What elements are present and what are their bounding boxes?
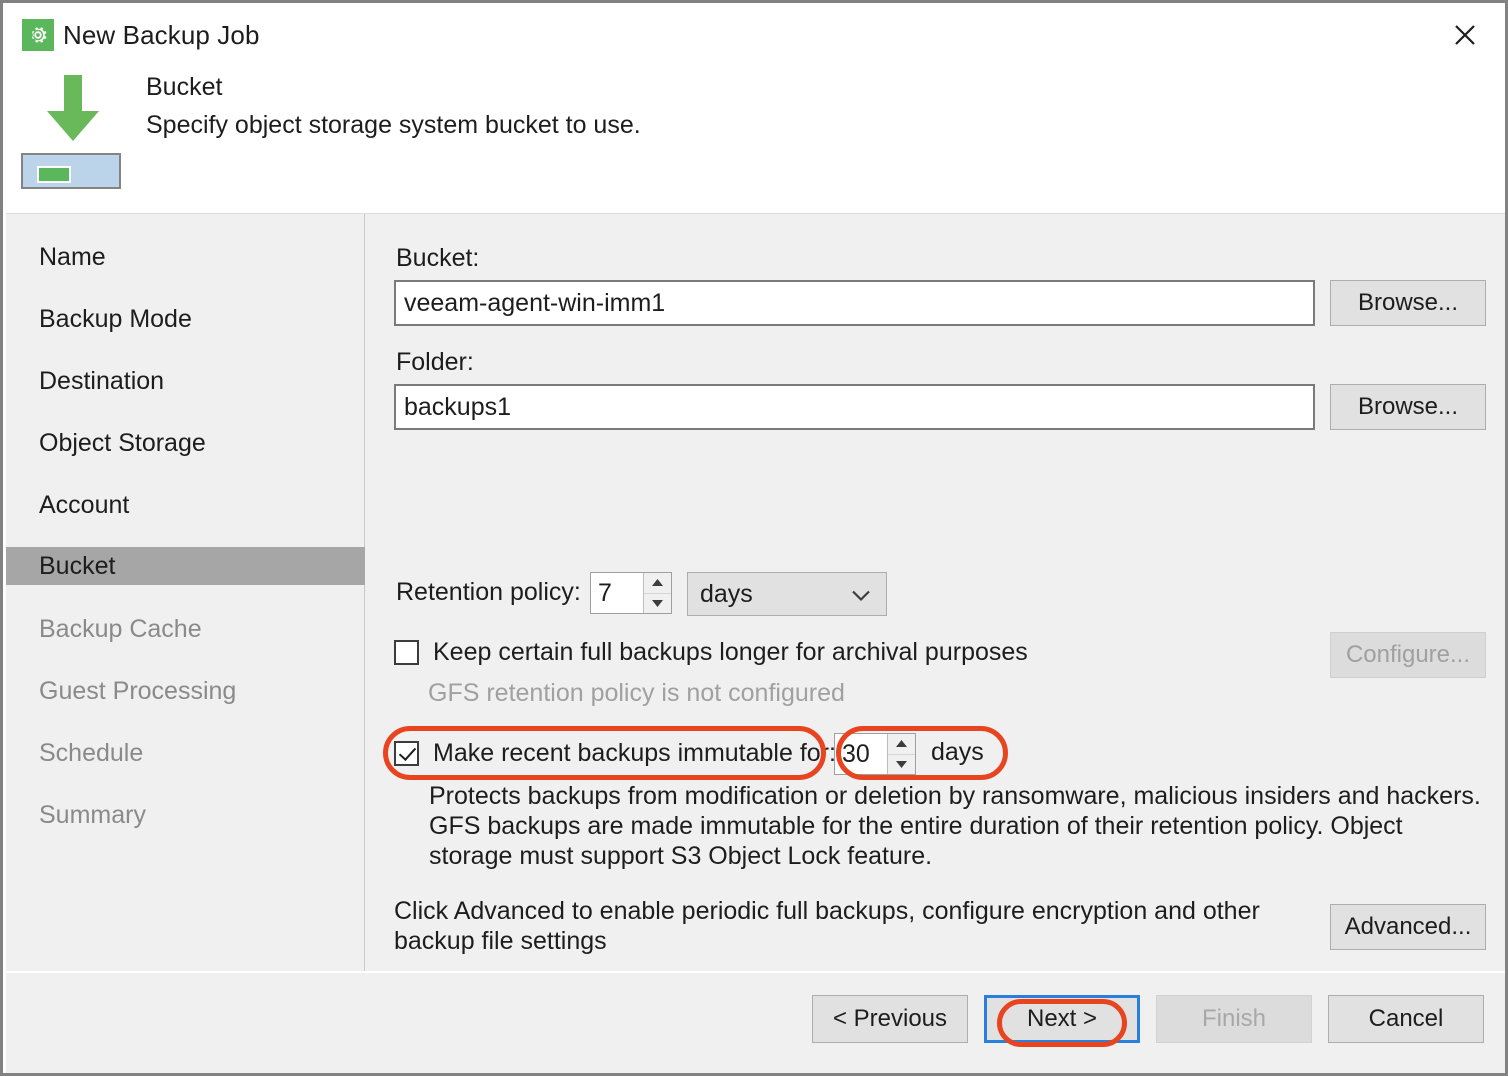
sidebar-item-label: Summary xyxy=(39,800,146,829)
sidebar-item-label: Destination xyxy=(39,366,165,395)
retention-unit-select[interactable]: days xyxy=(687,572,887,616)
download-arrow-icon xyxy=(41,75,105,147)
chevron-up-icon[interactable] xyxy=(888,734,915,755)
checkbox-box-icon xyxy=(394,640,419,665)
advanced-hint-text: Click Advanced to enable periodic full b… xyxy=(394,897,1260,955)
sidebar-item-guest-processing[interactable]: Guest Processing xyxy=(6,672,365,710)
sidebar-item-bucket[interactable]: Bucket xyxy=(6,547,365,585)
sidebar-item-label: Backup Mode xyxy=(39,304,192,333)
wizard-step-list: Name Backup Mode Destination Object Stor… xyxy=(6,214,365,972)
sidebar-item-object-storage[interactable]: Object Storage xyxy=(6,424,365,462)
folder-label: Folder: xyxy=(396,348,474,376)
folder-browse-button[interactable]: Browse... xyxy=(1330,384,1486,430)
gfs-archival-label: Keep certain full backups longer for arc… xyxy=(433,638,1028,666)
step-title: Bucket xyxy=(146,73,223,101)
step-description: Specify object storage system bucket to … xyxy=(146,111,641,139)
immutability-stepper-arrows[interactable] xyxy=(887,734,915,774)
gfs-archival-checkbox[interactable]: Keep certain full backups longer for arc… xyxy=(394,638,1028,667)
wizard-header: Bucket Specify object storage system buc… xyxy=(3,65,1505,213)
retention-policy-label: Retention policy: xyxy=(396,578,581,606)
checkbox-box-checked-icon xyxy=(394,741,419,766)
sidebar-item-summary[interactable]: Summary xyxy=(6,796,365,834)
cancel-button[interactable]: Cancel xyxy=(1328,995,1484,1043)
bucket-browse-button[interactable]: Browse... xyxy=(1330,280,1486,326)
sidebar-item-schedule[interactable]: Schedule xyxy=(6,734,365,772)
sidebar-item-label: Account xyxy=(39,490,130,519)
sidebar-item-backup-cache[interactable]: Backup Cache xyxy=(6,610,365,648)
finish-button[interactable]: Finish xyxy=(1156,995,1312,1043)
bucket-label: Bucket: xyxy=(396,244,480,272)
immutability-unit-label: days xyxy=(931,738,984,766)
sidebar-item-backup-mode[interactable]: Backup Mode xyxy=(6,300,365,338)
dialog-body: Name Backup Mode Destination Object Stor… xyxy=(6,213,1505,972)
retention-stepper-arrows[interactable] xyxy=(643,573,671,613)
sidebar-item-destination[interactable]: Destination xyxy=(6,362,365,400)
retention-value-input[interactable] xyxy=(591,573,643,613)
chevron-down-icon[interactable] xyxy=(644,593,671,613)
retention-unit-value: days xyxy=(700,579,753,608)
chevron-down-icon xyxy=(852,580,870,609)
folder-input[interactable] xyxy=(394,384,1315,430)
sidebar-item-label: Bucket xyxy=(39,551,116,580)
chevron-down-icon[interactable] xyxy=(888,754,915,774)
immutability-checkbox[interactable]: Make recent backups immutable for: xyxy=(394,739,836,768)
advanced-button[interactable]: Advanced... xyxy=(1330,904,1486,950)
immutability-days-stepper[interactable] xyxy=(834,733,916,775)
gfs-configure-button[interactable]: Configure... xyxy=(1330,632,1486,678)
sidebar-item-label: Schedule xyxy=(39,738,144,767)
sidebar-item-label: Backup Cache xyxy=(39,614,202,643)
sidebar-item-label: Name xyxy=(39,242,106,271)
close-icon[interactable] xyxy=(1437,11,1493,59)
new-backup-job-dialog: New Backup Job Bucket Specify object sto… xyxy=(0,0,1508,1076)
sidebar-item-account[interactable]: Account xyxy=(6,486,365,524)
title-bar: New Backup Job xyxy=(3,3,1505,65)
gear-icon xyxy=(22,19,54,51)
retention-value-stepper[interactable] xyxy=(590,572,672,614)
chevron-up-icon[interactable] xyxy=(644,573,671,594)
sidebar-item-label: Object Storage xyxy=(39,428,206,457)
immutability-days-input[interactable] xyxy=(835,734,887,774)
storage-device-icon xyxy=(21,153,121,189)
window-title: New Backup Job xyxy=(63,20,260,50)
sidebar-item-name[interactable]: Name xyxy=(6,238,365,276)
immutability-label: Make recent backups immutable for: xyxy=(433,739,836,767)
next-button[interactable]: Next > xyxy=(984,995,1140,1043)
bucket-input[interactable] xyxy=(394,280,1315,326)
storage-led-indicator xyxy=(37,166,71,183)
gfs-status-text: GFS retention policy is not configured xyxy=(428,679,845,707)
immutability-description: Protects backups from modification or de… xyxy=(429,782,1481,870)
bucket-settings-panel: Bucket: Browse... Folder: Browse... Rete… xyxy=(366,214,1505,972)
previous-button[interactable]: < Previous xyxy=(812,995,968,1043)
sidebar-item-label: Guest Processing xyxy=(39,676,237,705)
dialog-footer: < Previous Next > Finish Cancel xyxy=(6,971,1505,1073)
